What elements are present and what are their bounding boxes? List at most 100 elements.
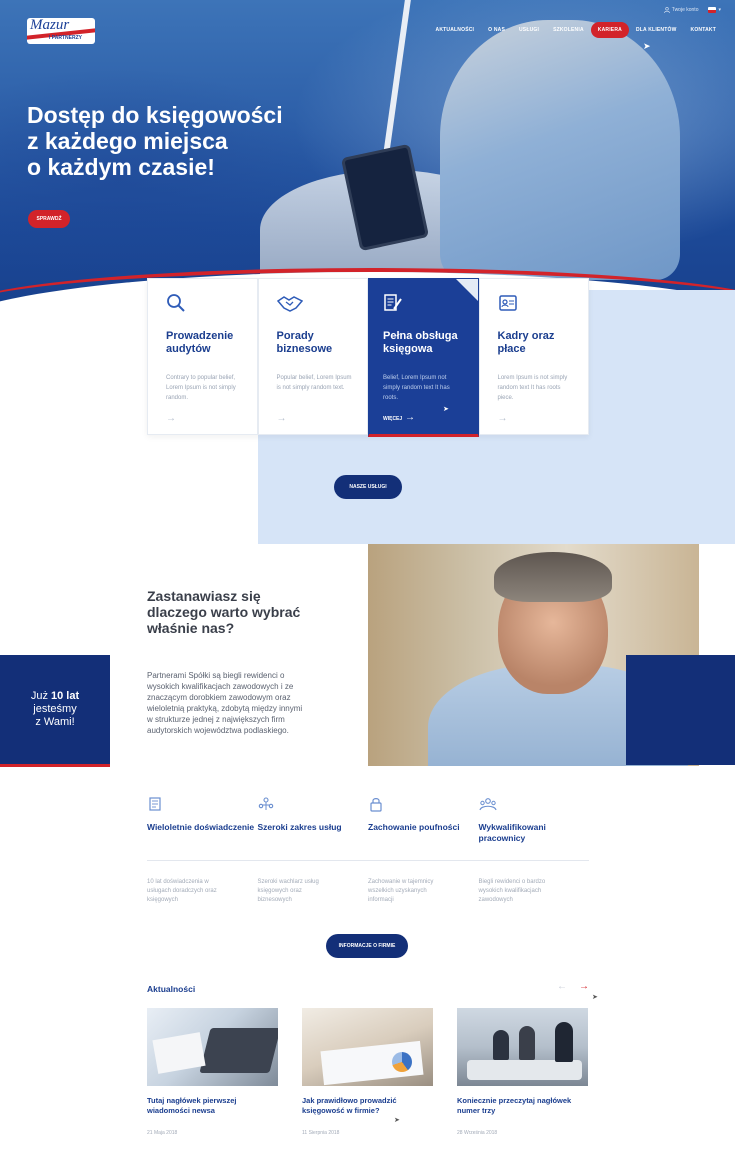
arrow-right-icon[interactable]: → — [405, 412, 415, 423]
service-text: Belief, Lorem Ipsum not simply random te… — [383, 375, 450, 401]
pie-chart-shape — [392, 1052, 412, 1072]
hero-man-image — [440, 20, 680, 280]
people-network-icon — [258, 797, 273, 810]
features-row: Wieloletnie doświadczenie 10 lat doświad… — [147, 796, 589, 906]
why-us-text: Partnerami Spółki są biegli rewidenci o … — [147, 671, 303, 735]
nav-item-dla-klientow[interactable]: DLA KLIENTÓW — [629, 22, 684, 38]
navy-accent-block — [626, 655, 735, 765]
laptop-shape — [199, 1028, 278, 1073]
logo[interactable]: Mazur I PARTNERZY — [27, 18, 95, 44]
news-image-meeting[interactable] — [457, 1008, 588, 1086]
feature-item: Wieloletnie doświadczenie 10 lat doświad… — [147, 796, 258, 906]
scroll-icon — [149, 797, 161, 811]
more-link[interactable]: WIĘCEJ — [383, 416, 402, 422]
mouse-cursor-icon: ➤ — [443, 406, 449, 413]
feature-text: Biegli rewidenci o bardzo wysokich kwali… — [478, 879, 546, 903]
nav-item-uslugi[interactable]: USŁUGI — [512, 22, 546, 38]
feature-item: Szeroki zakres usług Szeroki wachlarz us… — [258, 796, 369, 906]
service-card-obsluga[interactable]: Pełna obsługa księgowa Belief, Lorem Ips… — [368, 278, 479, 437]
photo-hair — [494, 552, 612, 602]
nav-item-kontakt[interactable]: KONTAKT — [684, 22, 723, 38]
paper-shape — [152, 1032, 206, 1074]
logo-sub: I PARTNERZY — [49, 35, 82, 41]
service-title: Porady biznesowe — [276, 330, 333, 355]
person-shape — [519, 1026, 535, 1060]
person-shape — [493, 1030, 509, 1060]
arrow-right-icon[interactable]: → — [166, 413, 176, 424]
id-card-icon — [498, 295, 517, 311]
person-shape — [555, 1022, 573, 1062]
arrow-right-icon[interactable]: → — [277, 413, 287, 424]
feature-text: Zachowanie w tajemnicy wszelkich uzyskan… — [368, 879, 434, 903]
padlock-icon — [370, 798, 382, 812]
why-title-line-2: dlaczego warto wybrać — [147, 604, 301, 620]
years-badge: Już 10 lat jesteśmy z Wami! — [0, 655, 110, 767]
light-blue-panel — [258, 430, 735, 544]
service-cards: Prowadzenie audytów Contrary to popular … — [147, 278, 589, 437]
news-image-laptop[interactable] — [147, 1008, 278, 1086]
feature-item: Wykwalifikowani pracownicy Biegli rewide… — [479, 796, 590, 906]
news-item[interactable]: Koniecznie przeczytaj nagłówek numer trz… — [457, 1008, 588, 1136]
chevron-down-icon: ▾ — [718, 7, 721, 13]
news-next-arrow-icon[interactable]: → — [579, 981, 589, 992]
account-label: Twoje konto — [671, 7, 699, 13]
nav-item-kariera[interactable]: KARIERA — [590, 22, 629, 38]
nav-item-szkolenia[interactable]: SZKOLENIA — [546, 22, 591, 38]
account-link[interactable]: Twoje konto — [664, 7, 699, 13]
arrow-right-icon[interactable]: → — [498, 413, 508, 424]
check-button[interactable]: SPRAWDŹ — [28, 210, 70, 228]
news-image-charts[interactable] — [302, 1008, 433, 1086]
news-date: 11 Sierpnia 2018 — [302, 1130, 340, 1136]
feature-text: 10 lat doświadczenia w usługach doradczy… — [147, 879, 217, 903]
service-card-porady[interactable]: Porady biznesowe Popular belief, Lorem I… — [257, 278, 368, 435]
feature-title: Wieloletnie doświadczenie — [147, 822, 255, 832]
news-title: Jak prawidłowo prowadzić księgowość w fi… — [302, 1096, 397, 1115]
top-utility-bar: Twoje konto ▾ — [664, 4, 721, 16]
news-date: 28 Września 2018 — [457, 1130, 498, 1136]
service-text: Popular belief, Lorem Ipsum is not simpl… — [276, 375, 352, 391]
nav-item-aktualnosci[interactable]: AKTUALNOŚCI — [429, 22, 482, 38]
why-us-heading: Zastanawiasz się dlaczego warto wybrać w… — [147, 588, 347, 636]
news-item[interactable]: Tutaj nagłówek pierwszej wiadomości news… — [147, 1008, 278, 1136]
language-switcher[interactable]: ▾ — [708, 7, 721, 13]
feature-title: Wykwalifikowani pracownicy — [478, 822, 546, 843]
years-number: 10 lat — [51, 690, 80, 702]
feature-title: Szeroki zakres usług — [257, 822, 342, 832]
why-title-line-1: Zastanawiasz się — [147, 588, 261, 604]
news-heading: Aktualności — [147, 984, 196, 994]
main-nav: AKTUALNOŚCI O NAS USŁUGI SZKOLENIA KARIE… — [429, 22, 723, 38]
mouse-cursor-icon: ➤ — [592, 994, 598, 1001]
news-date: 21 Maja 2018 — [147, 1130, 178, 1136]
service-title: Prowadzenie audytów — [166, 330, 234, 355]
service-title: Kadry oraz płace — [497, 330, 555, 355]
news-prev-arrow-icon[interactable]: ← — [557, 981, 567, 992]
years-line-3: z Wami! — [35, 716, 75, 728]
corner-fold — [455, 279, 478, 301]
news-title: Koniecznie przeczytaj nagłówek numer trz… — [457, 1096, 572, 1115]
nav-item-o-nas[interactable]: O NAS — [481, 22, 512, 38]
table-shape — [467, 1060, 582, 1080]
company-info-button[interactable]: INFORMACJE O FIRMIE — [326, 934, 408, 958]
mouse-cursor-icon: ➤ — [643, 41, 651, 51]
feature-title: Zachowanie poufności — [368, 822, 460, 832]
team-icon — [478, 798, 497, 811]
hero-line-3: o każdym czasie! — [27, 154, 215, 180]
news-title: Tutaj nagłówek pierwszej wiadomości news… — [147, 1096, 237, 1115]
service-title: Pełna obsługa księgowa — [383, 330, 458, 355]
feature-item: Zachowanie poufności Zachowanie w tajemn… — [368, 796, 479, 906]
service-text: Lorem Ipsum is not simply random text It… — [497, 375, 568, 401]
magnifier-icon — [167, 294, 185, 312]
service-text: Contrary to popular belief, Lorem Ipsum … — [166, 375, 236, 401]
news-item[interactable]: Jak prawidłowo prowadzić księgowość w fi… — [302, 1008, 433, 1136]
user-icon — [664, 7, 670, 13]
hero-line-2: z każdego miejsca — [27, 128, 228, 154]
years-line-2: jesteśmy — [33, 703, 77, 715]
our-services-button[interactable]: NASZE USŁUGI — [334, 475, 402, 499]
hero-heading: Dostęp do księgowości z każdego miejsca … — [27, 102, 327, 180]
service-card-kadry[interactable]: Kadry oraz płace Lorem Ipsum is not simp… — [478, 278, 589, 435]
mouse-cursor-icon: ➤ — [394, 1117, 400, 1124]
handshake-icon — [276, 296, 303, 312]
years-pre: Już — [30, 690, 48, 702]
document-pen-icon — [384, 294, 402, 311]
service-card-audyty[interactable]: Prowadzenie audytów Contrary to popular … — [147, 278, 258, 435]
